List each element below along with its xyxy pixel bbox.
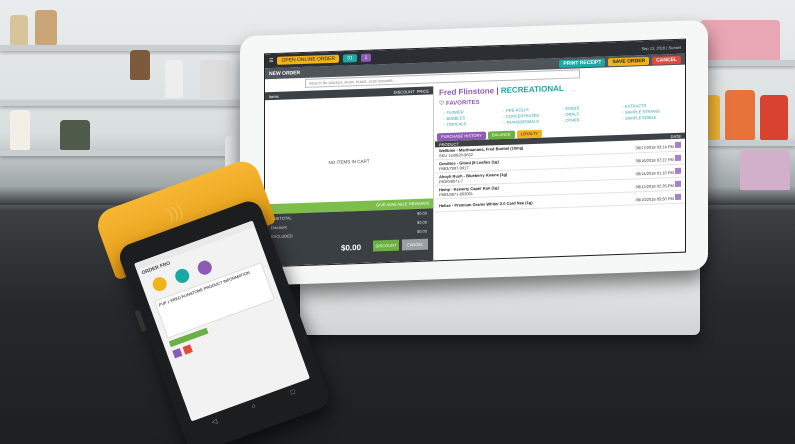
menu-icon[interactable]: ☰ <box>269 58 273 64</box>
tab-purchase-history[interactable]: PURCHASE HISTORY <box>437 131 486 142</box>
product-date: 06/14/2018 01:10 PM <box>635 169 674 176</box>
recents-icon[interactable]: □ <box>290 389 297 398</box>
pos-tablet: ☰ OPEN ONLINE ORDER 31 1 Sep 13, 2018 | … <box>240 19 708 287</box>
contactless-icon: ))) <box>164 202 186 224</box>
shelf-product <box>60 120 90 150</box>
tab-balance[interactable]: BALANCE <box>487 130 515 140</box>
product-date: 06/12/2018 02:35 PM <box>635 182 674 189</box>
action-circle-icon[interactable] <box>150 275 169 294</box>
product-date: 06/10/2018 05:50 PM <box>635 195 674 202</box>
shelf-product <box>740 150 790 190</box>
customer-type: RECREATIONAL <box>500 83 564 96</box>
order-total: $0.00 <box>341 242 362 253</box>
shelf-product <box>130 50 150 80</box>
shelf-product <box>760 95 788 140</box>
add-icon[interactable] <box>675 141 681 148</box>
discount-button[interactable]: DISCOUNT <box>373 239 399 252</box>
tablet-screen: ☰ OPEN ONLINE ORDER 31 1 Sep 13, 2018 | … <box>264 38 686 268</box>
product-sku: P83/0/8071-7 <box>439 178 464 185</box>
product-sku: P883/4871-803001 <box>439 191 474 198</box>
shelf-product <box>700 20 780 60</box>
shelf-product <box>10 110 30 150</box>
cart-col-items: Items <box>269 93 279 99</box>
shelf-product <box>725 90 755 140</box>
products-col-product: PRODUCT <box>439 141 459 147</box>
favorite-item[interactable]: SAMPLE EDIBLE <box>622 114 678 121</box>
product-name: Helixe - Premium Grams Whiter 2.0 Card N… <box>439 199 533 208</box>
favorites-title-text: FAVORITES <box>446 99 480 107</box>
shelf-product <box>200 60 230 98</box>
cart-col-price: PRICE <box>416 88 429 94</box>
product-date: 06/16/2018 07:22 PM <box>635 156 674 163</box>
home-icon[interactable]: ○ <box>251 403 258 412</box>
date-location: Sep 13, 2018 | Sunset <box>641 44 681 51</box>
customer-separator: | <box>494 86 501 96</box>
open-online-order-button[interactable]: OPEN ONLINE ORDER <box>277 54 340 65</box>
background-shelf <box>0 100 240 106</box>
cancel-order-button[interactable]: CANCEL <box>652 55 681 65</box>
favorite-item[interactable]: OTHER <box>562 116 618 123</box>
background-shelf <box>0 45 240 51</box>
empty-cart-text: NO ITEMS IN CART <box>328 158 370 166</box>
tab-loyalty[interactable]: LOYALTY <box>516 129 543 139</box>
discount-value: $0.00 <box>416 219 427 225</box>
add-icon[interactable] <box>675 180 681 187</box>
tax-value: $0.00 <box>416 228 427 234</box>
cart-col-discount: DISCOUNT <box>393 88 415 95</box>
notification-badge[interactable]: 1 <box>360 53 372 62</box>
save-order-button[interactable]: SAVE ORDER <box>608 56 650 66</box>
shelf-product <box>35 10 57 45</box>
action-square-icon[interactable] <box>182 344 193 355</box>
product-date: 06/17/2018 03:14 PM <box>635 143 674 150</box>
add-icon[interactable] <box>675 154 681 161</box>
print-receipt-button[interactable]: PRINT RECEIPT <box>559 57 606 68</box>
products-col-date: DATE <box>670 133 681 139</box>
favorite-item[interactable]: TOPICALS <box>443 120 499 127</box>
cart-header: Items DISCOUNT PRICE <box>265 86 433 101</box>
favorite-item[interactable]: TRANSDERMALS <box>503 118 559 125</box>
shelf-product <box>10 15 28 45</box>
add-icon[interactable] <box>675 167 681 174</box>
product-sku: P883/7897-9917 <box>439 165 469 172</box>
customer-pane: Fred Flinstone | RECREATIONAL ♡ FAVORITE… <box>435 78 685 261</box>
action-square-icon[interactable] <box>172 348 183 359</box>
customer-first: Fred Flinstone <box>439 86 495 98</box>
action-circle-icon[interactable] <box>195 258 214 277</box>
page-title: NEW ORDER <box>269 69 301 77</box>
product-sku: SKU 14/0820-9832 <box>439 152 474 159</box>
order-count-badge[interactable]: 31 <box>343 54 357 63</box>
shelf-product <box>165 60 183 98</box>
action-circle-icon[interactable] <box>173 266 192 285</box>
store-scene: ☰ OPEN ONLINE ORDER 31 1 Sep 13, 2018 | … <box>0 0 795 444</box>
add-icon[interactable] <box>675 193 681 200</box>
subtotal-value: $0.00 <box>416 210 427 216</box>
background-shelf <box>0 150 240 156</box>
cancel-button[interactable]: CANCEL <box>402 238 428 251</box>
